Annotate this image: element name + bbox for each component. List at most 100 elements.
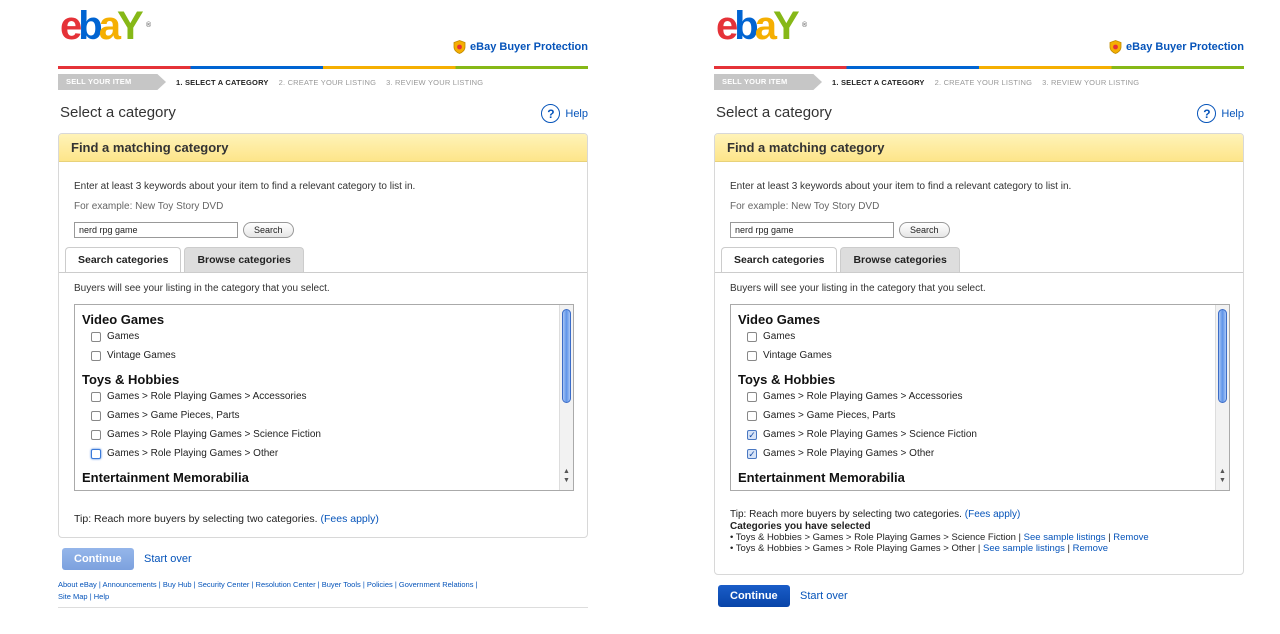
scroll-up-icon[interactable]: ▲: [1219, 468, 1226, 476]
remove-link[interactable]: Remove: [1073, 543, 1108, 554]
tab-search-categories[interactable]: Search categories: [721, 247, 838, 273]
category-tabs: Search categories Browse categories: [65, 247, 304, 273]
footer-link[interactable]: Help: [94, 592, 109, 601]
checkbox[interactable]: [747, 350, 757, 361]
category-option-label: Games > Game Pieces, Parts: [763, 410, 896, 421]
instructions-text: Enter at least 3 keywords about your ite…: [730, 181, 1072, 192]
checkbox[interactable]: [91, 350, 101, 361]
category-option[interactable]: Games > Role Playing Games > Accessories: [91, 387, 573, 406]
footer-link[interactable]: Resolution Center: [256, 580, 316, 589]
group-title-memorabilia: Entertainment Memorabilia: [738, 470, 905, 485]
selected-path: Toys & Hobbies > Games > Role Playing Ga…: [735, 532, 1016, 543]
start-over-link[interactable]: Start over: [144, 553, 192, 565]
scroll-up-icon[interactable]: ▲: [563, 468, 570, 476]
category-option-label: Games > Role Playing Games > Other: [763, 448, 935, 459]
tab-browse-categories[interactable]: Browse categories: [184, 247, 304, 272]
buyer-protection-link[interactable]: eBay Buyer Protection: [1109, 40, 1244, 54]
checkbox[interactable]: [91, 429, 101, 440]
fees-link[interactable]: (Fees apply): [965, 509, 1021, 520]
checkbox[interactable]: [747, 391, 757, 402]
ebay-logo[interactable]: ebaY ®: [60, 4, 151, 48]
help-link[interactable]: ? Help: [1197, 104, 1244, 123]
checkbox[interactable]: [91, 391, 101, 402]
category-option[interactable]: ✓ Games > Role Playing Games > Science Fi…: [747, 425, 1229, 444]
step-select-category: 1. SELECT A CATEGORY: [832, 77, 925, 87]
category-option[interactable]: ✓ Games > Role Playing Games > Other: [747, 444, 1229, 463]
category-option[interactable]: Games: [747, 327, 1229, 346]
step-select-category: 1. SELECT A CATEGORY: [176, 77, 269, 87]
fees-link[interactable]: (Fees apply): [320, 513, 378, 525]
category-option-label: Games > Role Playing Games > Accessories: [107, 391, 307, 402]
start-over-link[interactable]: Start over: [800, 590, 848, 602]
buyer-protection-label: eBay Buyer Protection: [470, 41, 588, 53]
tab-search-categories[interactable]: Search categories: [65, 247, 182, 273]
footer-divider: [58, 607, 588, 608]
search-button[interactable]: Search: [243, 222, 294, 238]
buyer-protection-link[interactable]: eBay Buyer Protection: [453, 40, 588, 54]
checkbox[interactable]: [747, 410, 757, 421]
category-tabs: Search categories Browse categories: [721, 247, 960, 273]
keyword-input[interactable]: [730, 222, 894, 238]
checkbox[interactable]: [91, 410, 101, 421]
continue-button[interactable]: Continue: [62, 548, 134, 570]
category-option[interactable]: Games > Role Playing Games > Other: [91, 444, 573, 463]
checkbox-checked[interactable]: ✓: [747, 429, 757, 440]
category-option[interactable]: Games > Game Pieces, Parts: [91, 406, 573, 425]
category-option[interactable]: Games > Role Playing Games > Accessories: [747, 387, 1229, 406]
checkbox-checked[interactable]: ✓: [747, 448, 757, 459]
group-title-memorabilia: Entertainment Memorabilia: [82, 470, 249, 485]
example-text: For example: New Toy Story DVD: [730, 201, 880, 212]
page-title: Select a category: [60, 104, 176, 121]
ebay-logo[interactable]: ebaY ®: [716, 6, 807, 46]
buyer-protection-label: eBay Buyer Protection: [1126, 41, 1244, 53]
tip-text: Tip: Reach more buyers by selecting two …: [74, 513, 379, 525]
category-list[interactable]: Video Games Games Vintage Games Toys & H…: [730, 304, 1230, 491]
category-option[interactable]: Vintage Games: [91, 346, 573, 365]
scrollbar-thumb[interactable]: [1218, 309, 1227, 403]
category-option[interactable]: Games: [91, 327, 573, 346]
example-text: For example: New Toy Story DVD: [74, 201, 224, 212]
category-option[interactable]: Games > Role Playing Games > Science Fic…: [91, 425, 573, 444]
shield-icon: [453, 40, 466, 54]
keyword-input[interactable]: [74, 222, 238, 238]
footer-link[interactable]: Security Center: [198, 580, 250, 589]
selected-path: Toys & Hobbies > Games > Role Playing Ga…: [735, 543, 976, 554]
category-option[interactable]: Vintage Games: [747, 346, 1229, 365]
scrollbar-thumb[interactable]: [562, 309, 571, 403]
category-option-label: Games > Role Playing Games > Accessories: [763, 391, 963, 402]
footer-link[interactable]: Buy Hub: [163, 580, 192, 589]
list-scrollbar[interactable]: ▲ ▼: [559, 305, 573, 490]
category-option[interactable]: Games > Game Pieces, Parts: [747, 406, 1229, 425]
sample-listings-link[interactable]: See sample listings: [983, 543, 1065, 554]
sample-listings-link[interactable]: See sample listings: [1024, 532, 1106, 543]
tab-browse-categories[interactable]: Browse categories: [840, 247, 960, 272]
footer-link[interactable]: Government Relations: [399, 580, 474, 589]
remove-link[interactable]: Remove: [1113, 532, 1148, 543]
footer-link[interactable]: Site Map: [58, 592, 88, 601]
continue-button[interactable]: Continue: [718, 585, 790, 607]
search-button[interactable]: Search: [899, 222, 950, 238]
group-title-toys-hobbies: Toys & Hobbies: [738, 372, 836, 387]
footer-links: About eBay | Announcements | Buy Hub | S…: [58, 580, 478, 601]
checkbox[interactable]: [91, 448, 101, 459]
category-list[interactable]: Video Games Games Vintage Games Toys & H…: [74, 304, 574, 491]
box-title: Find a matching category: [59, 134, 587, 162]
category-option-label: Vintage Games: [107, 350, 176, 361]
scroll-down-icon[interactable]: ▼: [1219, 477, 1226, 485]
checkbox[interactable]: [747, 331, 757, 342]
logo-letter: b: [78, 4, 103, 48]
checkbox[interactable]: [91, 331, 101, 342]
category-option-label: Games: [763, 331, 796, 342]
category-finder-box: Find a matching category Enter at least …: [58, 133, 588, 538]
footer-link[interactable]: Policies: [367, 580, 393, 589]
list-scrollbar[interactable]: ▲ ▼: [1215, 305, 1229, 490]
help-link[interactable]: ? Help: [541, 104, 588, 123]
tab-divider: [715, 272, 1243, 273]
footer-link[interactable]: Announcements: [102, 580, 156, 589]
footer-link[interactable]: About eBay: [58, 580, 97, 589]
scroll-down-icon[interactable]: ▼: [563, 477, 570, 485]
footer-link[interactable]: Buyer Tools: [322, 580, 361, 589]
step-sell: SELL YOUR ITEM: [58, 74, 166, 90]
shield-icon: [1109, 40, 1122, 54]
logo-letter: e: [60, 4, 82, 48]
